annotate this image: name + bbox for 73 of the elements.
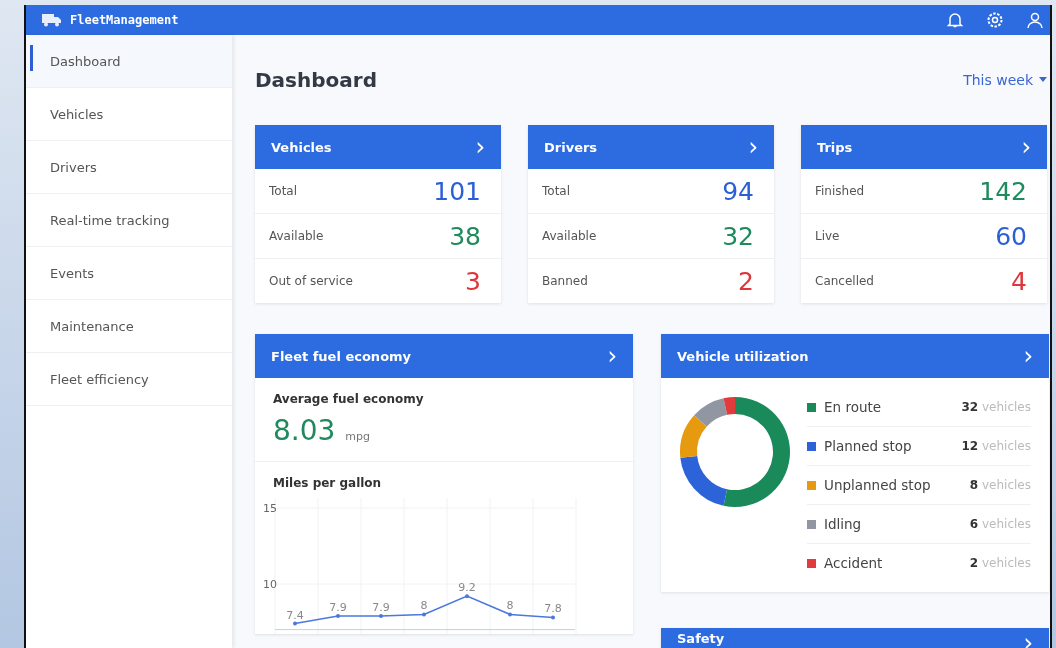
stat-value: 142 (979, 176, 1027, 206)
data-label: 8 (420, 599, 428, 613)
data-point (508, 612, 512, 617)
page-title: Dashboard (255, 68, 377, 92)
data-label: 7.9 (329, 600, 347, 614)
data-point (422, 612, 426, 617)
stat-value: 32 (722, 221, 754, 251)
vehicle-count: 8 vehicles (969, 478, 1031, 492)
stat-label: Available (542, 229, 597, 243)
data-point (551, 615, 555, 620)
legend-label: Unplanned stop (824, 477, 932, 493)
card-header[interactable]: Vehicles › (255, 125, 501, 169)
sidebar-item[interactable]: Events (26, 247, 232, 300)
data-point (336, 613, 340, 618)
chevron-icon[interactable]: › (475, 135, 485, 159)
period-dropdown[interactable]: This week (963, 72, 1047, 88)
stat-value: 60 (995, 221, 1027, 251)
sidebar-item[interactable]: Fleet efficiency (26, 353, 232, 406)
data-point (379, 613, 383, 618)
legend-label: Accident (824, 555, 884, 571)
legend-label: Planned stop (824, 438, 913, 454)
data-point (293, 621, 297, 626)
stat-label: Total (542, 184, 571, 198)
data-label: 7.9 (372, 600, 390, 614)
card-header[interactable]: Drivers › (528, 125, 774, 169)
vehicle-count: 6 vehicles (969, 517, 1031, 531)
stat-label: Available (269, 229, 324, 243)
user-icon[interactable] (1026, 11, 1044, 29)
stat-label: Out of service (269, 274, 353, 288)
stat-label: Finished (815, 184, 865, 198)
settings-icon[interactable] (986, 11, 1004, 29)
data-label: 7.4 (286, 608, 304, 622)
stat-label: Total (269, 184, 298, 198)
vehicle-count: 2 vehicles (969, 556, 1031, 570)
chart-title: Miles per gallon (273, 476, 383, 490)
stat-value: 2 (738, 266, 754, 296)
stat-value: 38 (449, 221, 481, 251)
vehicle-count: 32 vehicles (961, 400, 1031, 414)
stat-value: 3 (465, 266, 481, 296)
stat-label: Cancelled (815, 274, 874, 288)
truck-icon (42, 13, 62, 27)
data-label: 9.2 (458, 581, 476, 595)
data-label: 8 (506, 599, 514, 613)
stat-value: 94 (722, 176, 754, 206)
vehicle-count: 12 vehicles (961, 439, 1031, 453)
unit-label: mpg (345, 430, 371, 443)
legend-label: En route (824, 399, 883, 415)
stat-value: 101 (433, 176, 481, 206)
legend-label: Idling (824, 516, 863, 532)
app-title: FleetManagement (70, 13, 179, 27)
sidebar-item[interactable]: Drivers (26, 141, 232, 194)
average-label: Average fuel economy (273, 392, 425, 406)
data-point (465, 594, 469, 599)
card-header[interactable]: Vehicle utilization › (661, 334, 1049, 378)
data-label: 7.8 (544, 602, 562, 616)
stat-value: 4 (1011, 266, 1027, 296)
stat-label: Banned (542, 274, 588, 288)
sidebar-item[interactable]: Real-time tracking (26, 194, 232, 247)
card-header[interactable]: Trips › (801, 125, 1047, 169)
stat-label: Live (815, 229, 840, 243)
bell-icon[interactable] (946, 11, 964, 29)
sidebar-item[interactable]: Dashboard (26, 35, 232, 88)
chevron-icon[interactable]: › (748, 135, 758, 159)
caret-down-icon (1039, 77, 1047, 83)
chevron-icon[interactable]: › (1021, 135, 1031, 159)
axis-tick-label: 15 (263, 502, 277, 515)
sidebar-item[interactable]: Maintenance (26, 300, 232, 353)
sidebar-item[interactable]: Vehicles (26, 88, 232, 141)
chevron-icon[interactable]: › (1023, 344, 1033, 368)
chevron-icon[interactable]: › (607, 344, 617, 368)
card-header[interactable]: Fleet fuel economy › (255, 334, 633, 378)
axis-tick-label: 10 (263, 578, 277, 591)
average-value: 8.03 (273, 414, 336, 447)
